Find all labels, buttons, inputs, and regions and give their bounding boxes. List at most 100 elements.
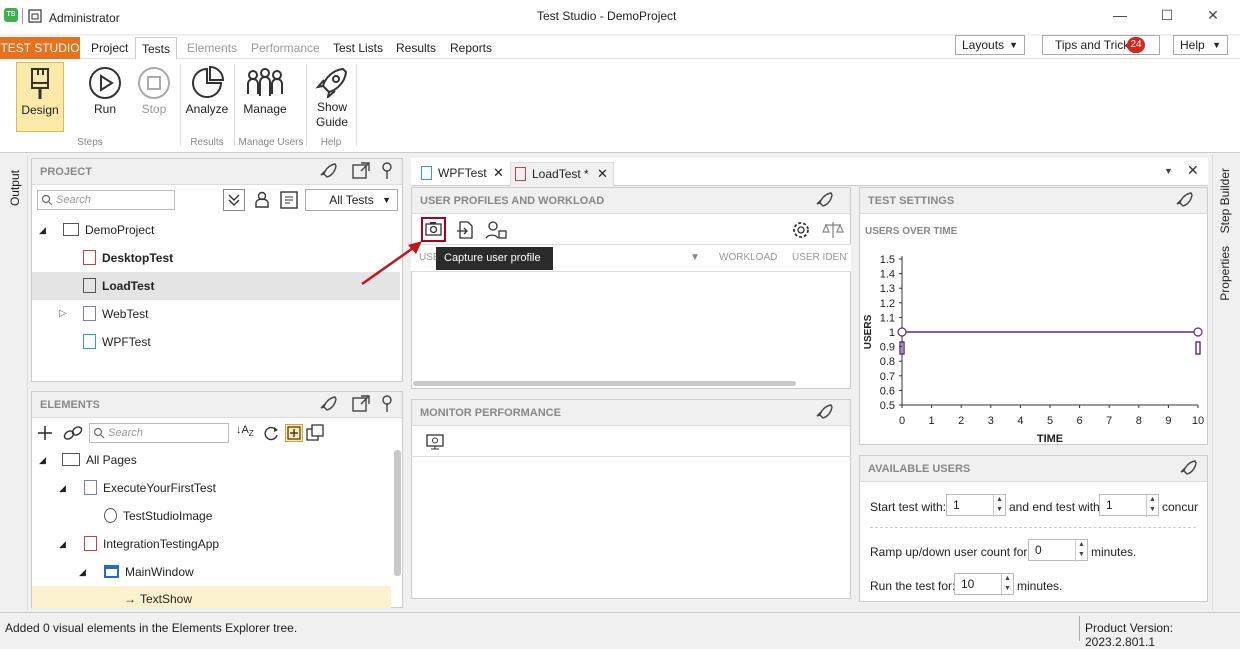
tab-project[interactable]: Project (91, 37, 128, 59)
design-button[interactable]: Design (16, 62, 64, 132)
gear-icon[interactable] (791, 220, 811, 240)
user-lock-icon[interactable] (485, 220, 507, 240)
desktop-app-icon (84, 536, 97, 552)
tab-test-lists[interactable]: Test Lists (333, 37, 383, 59)
spinner-arrows-icon[interactable]: ▲ ▼ (1146, 495, 1158, 517)
pin-icon[interactable] (380, 395, 394, 413)
end-users-spinner[interactable]: 1 ▲ ▼ (1099, 494, 1159, 517)
status-message: Added 0 visual elements in the Elements … (5, 621, 298, 635)
project-search-input[interactable]: Search (37, 190, 175, 210)
popout-icon[interactable] (352, 395, 370, 413)
rocket-icon[interactable] (1176, 191, 1194, 209)
expanded-arrow-icon[interactable]: ◢ (39, 216, 46, 244)
tree-item-wpftest[interactable]: WPFTest (32, 328, 400, 356)
tab-results[interactable]: Results (396, 37, 436, 59)
book-icon (62, 453, 80, 467)
minimize-icon[interactable]: — (1100, 0, 1140, 34)
load-test-icon (83, 278, 96, 294)
rocket-icon[interactable] (816, 403, 834, 421)
run-button[interactable]: Run (84, 62, 126, 132)
tab-tests[interactable]: Tests (135, 37, 177, 59)
copy-icon[interactable] (306, 424, 324, 442)
users-over-time-chart: 1.5 1.4 1.3 1.2 1.1 1 0.9 0.8 0.7 0.6 0.5 0 1 2 3 4 5 6 7 8… (863, 254, 1204, 445)
monitor-icon[interactable] (425, 433, 445, 451)
step-builder-side-tab[interactable]: Step Builder (1218, 168, 1232, 233)
tree-item-executeyourfirsttest[interactable]: ◢ ExecuteYourFirstTest (32, 474, 392, 502)
expanded-arrow-icon[interactable]: ◢ (59, 474, 66, 502)
user-filter-icon[interactable] (252, 190, 272, 210)
tree-item-teststudioimage[interactable]: TestStudioImage (32, 502, 392, 530)
add-icon[interactable] (36, 424, 54, 442)
tips-and-tricks-button[interactable]: Tips and Tricks 24 (1042, 35, 1160, 55)
expand-toggle-button[interactable] (285, 424, 303, 442)
rocket-icon[interactable] (816, 191, 834, 209)
tree-item-label: WebTest (102, 307, 149, 321)
run-for-spinner[interactable]: 10 ▲ ▼ (954, 573, 1014, 596)
manage-button[interactable]: Manage (238, 62, 292, 132)
elements-search-input[interactable]: Search (89, 423, 229, 443)
tree-item-webtest[interactable]: ▷ WebTest (32, 300, 400, 328)
help-dropdown[interactable]: Help ▼ (1173, 35, 1228, 55)
stop-button[interactable]: Stop (133, 62, 175, 132)
doc-tab-wpftest[interactable]: WPFTest ✕ (417, 162, 507, 186)
close-tab-icon[interactable]: ✕ (493, 162, 504, 184)
column-workload[interactable]: WORKLOAD (719, 252, 777, 263)
spinner-arrows-icon[interactable]: ▲ ▼ (1075, 540, 1087, 562)
import-profile-icon[interactable] (455, 220, 475, 240)
sort-az-icon[interactable]: ↓AZ (236, 424, 254, 438)
profiles-hscrollbar[interactable] (413, 381, 796, 386)
tab-performance[interactable]: Performance (251, 37, 320, 59)
help-label: Help (1180, 38, 1205, 52)
output-side-tab[interactable]: Output (8, 170, 22, 206)
collapsed-arrow-icon[interactable]: ▷ (59, 300, 67, 328)
test-filter-dropdown[interactable]: All Tests ▼ (305, 189, 398, 211)
analyze-label: Analyze (185, 102, 229, 116)
ramp-spinner[interactable]: 0 ▲ ▼ (1028, 539, 1088, 562)
maximize-icon[interactable]: ☐ (1147, 0, 1187, 34)
rocket-icon[interactable] (320, 395, 338, 413)
tab-reports[interactable]: Reports (450, 37, 492, 59)
collapse-all-button[interactable] (223, 189, 245, 211)
tree-item-mainwindow[interactable]: ◢ MainWindow (32, 558, 392, 586)
tree-item-all-pages[interactable]: ◢ All Pages (32, 446, 392, 474)
spinner-arrows-icon[interactable]: ▲ ▼ (1001, 574, 1013, 596)
rocket-icon[interactable] (320, 162, 338, 180)
close-window-icon[interactable]: ✕ (1193, 0, 1233, 34)
expanded-arrow-icon[interactable]: ◢ (39, 446, 46, 474)
layouts-dropdown[interactable]: Layouts ▼ (955, 35, 1025, 55)
tree-item-demoproject[interactable]: ◢ DemoProject (32, 216, 400, 244)
expanded-arrow-icon[interactable]: ◢ (79, 558, 86, 586)
double-chevron-down-icon (228, 194, 240, 206)
tree-item-label: IntegrationTestingApp (103, 537, 220, 551)
tree-item-label: ExecuteYourFirstTest (103, 481, 216, 495)
close-tab-icon[interactable]: ✕ (597, 163, 608, 185)
pin-icon[interactable] (380, 162, 394, 180)
start-users-spinner[interactable]: 1 ▲ ▼ (946, 494, 1006, 517)
column-user-identity[interactable]: USER IDENTI (792, 252, 848, 263)
tree-item-loadtest[interactable]: LoadTest (32, 272, 400, 300)
rocket-icon[interactable] (1180, 459, 1198, 477)
expanded-arrow-icon[interactable]: ◢ (59, 530, 66, 558)
tree-item-textshow[interactable]: → TextShow (32, 586, 391, 608)
spinner-arrows-icon[interactable]: ▲ ▼ (993, 495, 1005, 517)
tree-item-integrationtestingapp[interactable]: ◢ IntegrationTestingApp (32, 530, 392, 558)
scales-icon[interactable] (822, 220, 844, 240)
tree-item-desktoptest[interactable]: DesktopTest (32, 244, 400, 272)
analyze-button[interactable]: Analyze (184, 62, 230, 132)
link-icon[interactable] (62, 424, 84, 442)
test-studio-brand-tab[interactable]: TEST STUDIO (0, 37, 80, 59)
elements-scrollbar[interactable] (394, 450, 401, 576)
properties-side-tab[interactable]: Properties (1218, 246, 1232, 301)
refresh-icon[interactable] (262, 424, 280, 442)
data-point (897, 327, 907, 337)
close-document-icon[interactable]: ✕ (1187, 162, 1199, 179)
tab-overflow-icon[interactable]: ▼ (1164, 166, 1173, 176)
filter-icon[interactable]: ▼ (690, 252, 700, 263)
window-icon (104, 565, 119, 579)
doc-tab-loadtest[interactable]: LoadTest * ✕ (510, 162, 614, 186)
show-guide-button[interactable]: Show Guide (310, 62, 354, 132)
tab-elements[interactable]: Elements (187, 37, 237, 59)
list-view-icon[interactable] (279, 190, 299, 210)
x-tick-label: 3 (988, 415, 994, 427)
popout-icon[interactable] (352, 162, 370, 180)
